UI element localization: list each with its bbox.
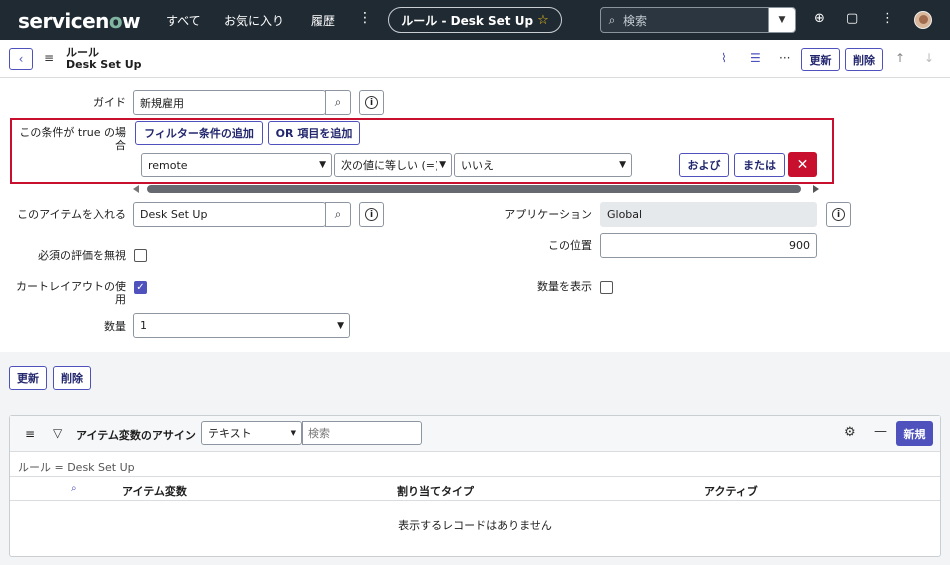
search-field-select[interactable]: テキスト ▼	[201, 421, 302, 445]
more-horizontal-icon[interactable]: ···	[779, 51, 790, 65]
related-list-header: ≡ ▽ アイテム変数のアサイン テキスト ▼ 検索 ⚙ — 新規	[10, 416, 940, 452]
top-navigation: servicenow すべて お気に入り 履歴 ⋮ ルール - Desk Set…	[0, 0, 950, 40]
and-button[interactable]: および	[679, 153, 729, 177]
search-icon[interactable]: ⌕	[71, 483, 77, 494]
condition-label: この条件が true の場合	[19, 126, 126, 152]
list-menu-icon[interactable]: ≡	[25, 427, 35, 441]
scroll-right-icon[interactable]	[813, 185, 819, 193]
close-icon: ✕	[796, 156, 809, 173]
horizontal-scrollbar[interactable]	[133, 184, 819, 194]
nav-history[interactable]: 履歴	[311, 12, 335, 29]
condition-operator-select[interactable]: 次の値に等しい (=) ▼	[334, 153, 452, 177]
context-title-pill[interactable]: ルール - Desk Set Up ☆	[388, 7, 562, 33]
context-title: ルール - Desk Set Up	[401, 13, 534, 28]
update-button[interactable]: 更新	[801, 48, 840, 71]
bottom-delete-button[interactable]: 削除	[53, 366, 91, 390]
bottom-update-button[interactable]: 更新	[9, 366, 47, 390]
related-search-input[interactable]: 検索	[302, 421, 422, 445]
put-item-lookup-button[interactable]: ⌕	[325, 202, 351, 227]
search-icon: ⌕	[334, 207, 342, 221]
chevron-down-icon: ▼	[319, 160, 326, 170]
star-icon[interactable]: ☆	[537, 13, 549, 28]
quantity-label: 数量	[104, 320, 126, 333]
use-cart-layout-checkbox[interactable]: ✓	[134, 281, 147, 294]
filter-icon[interactable]: ▽	[53, 426, 62, 440]
remove-condition-button[interactable]: ✕	[788, 152, 817, 177]
application-field: Global	[600, 202, 817, 227]
chevron-left-icon: ‹	[18, 52, 24, 66]
put-item-info-button[interactable]: i	[359, 202, 384, 227]
more-vertical-icon[interactable]: ⋮	[881, 11, 894, 26]
add-filter-condition-button[interactable]: フィルター条件の追加	[135, 121, 263, 145]
position-label: この位置	[548, 239, 592, 252]
condition-value-select[interactable]: いいえ ▼	[454, 153, 632, 177]
put-item-field[interactable]: Desk Set Up	[133, 202, 326, 227]
search-icon: ⌕	[608, 12, 616, 27]
chevron-down-icon: ▼	[619, 160, 626, 170]
check-icon: ✓	[136, 282, 145, 293]
info-icon: i	[365, 96, 378, 109]
servicenow-logo[interactable]: servicenow	[18, 9, 141, 33]
put-item-label: このアイテムを入れる	[17, 208, 126, 221]
related-list-title: アイテム変数のアサイン	[76, 429, 196, 442]
search-icon: ⌕	[334, 95, 342, 109]
global-search[interactable]: ⌕ 検索 ▼	[600, 7, 796, 33]
scroll-thumb[interactable]	[147, 185, 801, 193]
guide-label: ガイド	[93, 96, 126, 109]
chevron-down-icon[interactable]: ▼	[768, 8, 795, 32]
show-quantity-checkbox[interactable]	[600, 281, 613, 294]
use-cart-layout-label: カートレイアウトの使用	[16, 280, 126, 306]
application-label: アプリケーション	[504, 208, 592, 221]
minimize-icon[interactable]: —	[874, 424, 887, 439]
globe-icon[interactable]: ⊕	[814, 11, 825, 26]
global-search-input[interactable]: 検索	[623, 12, 768, 29]
arrow-up-icon[interactable]: ↑	[895, 51, 905, 65]
gear-icon[interactable]: ⚙	[844, 425, 856, 440]
sliders-icon[interactable]: ☰	[750, 51, 761, 65]
info-icon: i	[832, 208, 845, 221]
new-button[interactable]: 新規	[896, 421, 933, 446]
guide-lookup-button[interactable]: ⌕	[325, 90, 351, 115]
nav-more-icon[interactable]: ⋮	[358, 10, 372, 26]
record-title: ルール Desk Set Up	[66, 46, 142, 71]
chat-icon[interactable]: ▢	[846, 11, 858, 26]
empty-message: 表示するレコードはありません	[398, 519, 552, 532]
ignore-mandatory-label: 必須の評価を無視	[38, 249, 126, 262]
guide-field[interactable]: 新規雇用	[133, 90, 326, 115]
delete-button[interactable]: 削除	[845, 48, 883, 71]
menu-icon[interactable]: ≡	[44, 51, 54, 65]
table-header: ⌕ アイテム変数 割り当てタイプ アクティブ	[10, 476, 940, 501]
related-list: ≡ ▽ アイテム変数のアサイン テキスト ▼ 検索 ⚙ — 新規 ルール = De…	[9, 415, 941, 557]
breadcrumb[interactable]: ルール = Desk Set Up	[18, 459, 135, 475]
quantity-select[interactable]: 1 ▼	[133, 313, 350, 338]
application-info-button[interactable]: i	[826, 202, 851, 227]
chevron-down-icon: ▼	[337, 320, 344, 331]
show-quantity-label: 数量を表示	[537, 280, 592, 293]
avatar[interactable]	[914, 11, 932, 29]
arrow-down-icon[interactable]: ↓	[924, 51, 934, 65]
column-item-variable[interactable]: アイテム変数	[122, 483, 187, 499]
nav-all[interactable]: すべて	[166, 12, 201, 29]
guide-info-button[interactable]: i	[359, 90, 384, 115]
form-header: ‹ ≡ ルール Desk Set Up ⌇ ☰ ··· 更新 削除 ↑ ↓	[0, 40, 950, 78]
column-active[interactable]: アクティブ	[704, 483, 758, 499]
chevron-down-icon: ▼	[439, 160, 446, 170]
back-button[interactable]: ‹	[9, 48, 33, 70]
chevron-down-icon: ▼	[290, 429, 296, 437]
or-button[interactable]: または	[734, 153, 785, 177]
add-or-clause-button[interactable]: OR 項目を追加	[268, 121, 360, 145]
ignore-mandatory-checkbox[interactable]	[134, 249, 147, 262]
paperclip-icon[interactable]: ⌇	[721, 51, 727, 65]
position-field[interactable]: 900	[600, 233, 817, 258]
info-icon: i	[365, 208, 378, 221]
condition-field-select[interactable]: remote ▼	[141, 153, 332, 177]
nav-favorites[interactable]: お気に入り	[224, 12, 284, 29]
column-assignment-type[interactable]: 割り当てタイプ	[397, 483, 474, 499]
scroll-left-icon[interactable]	[133, 185, 139, 193]
